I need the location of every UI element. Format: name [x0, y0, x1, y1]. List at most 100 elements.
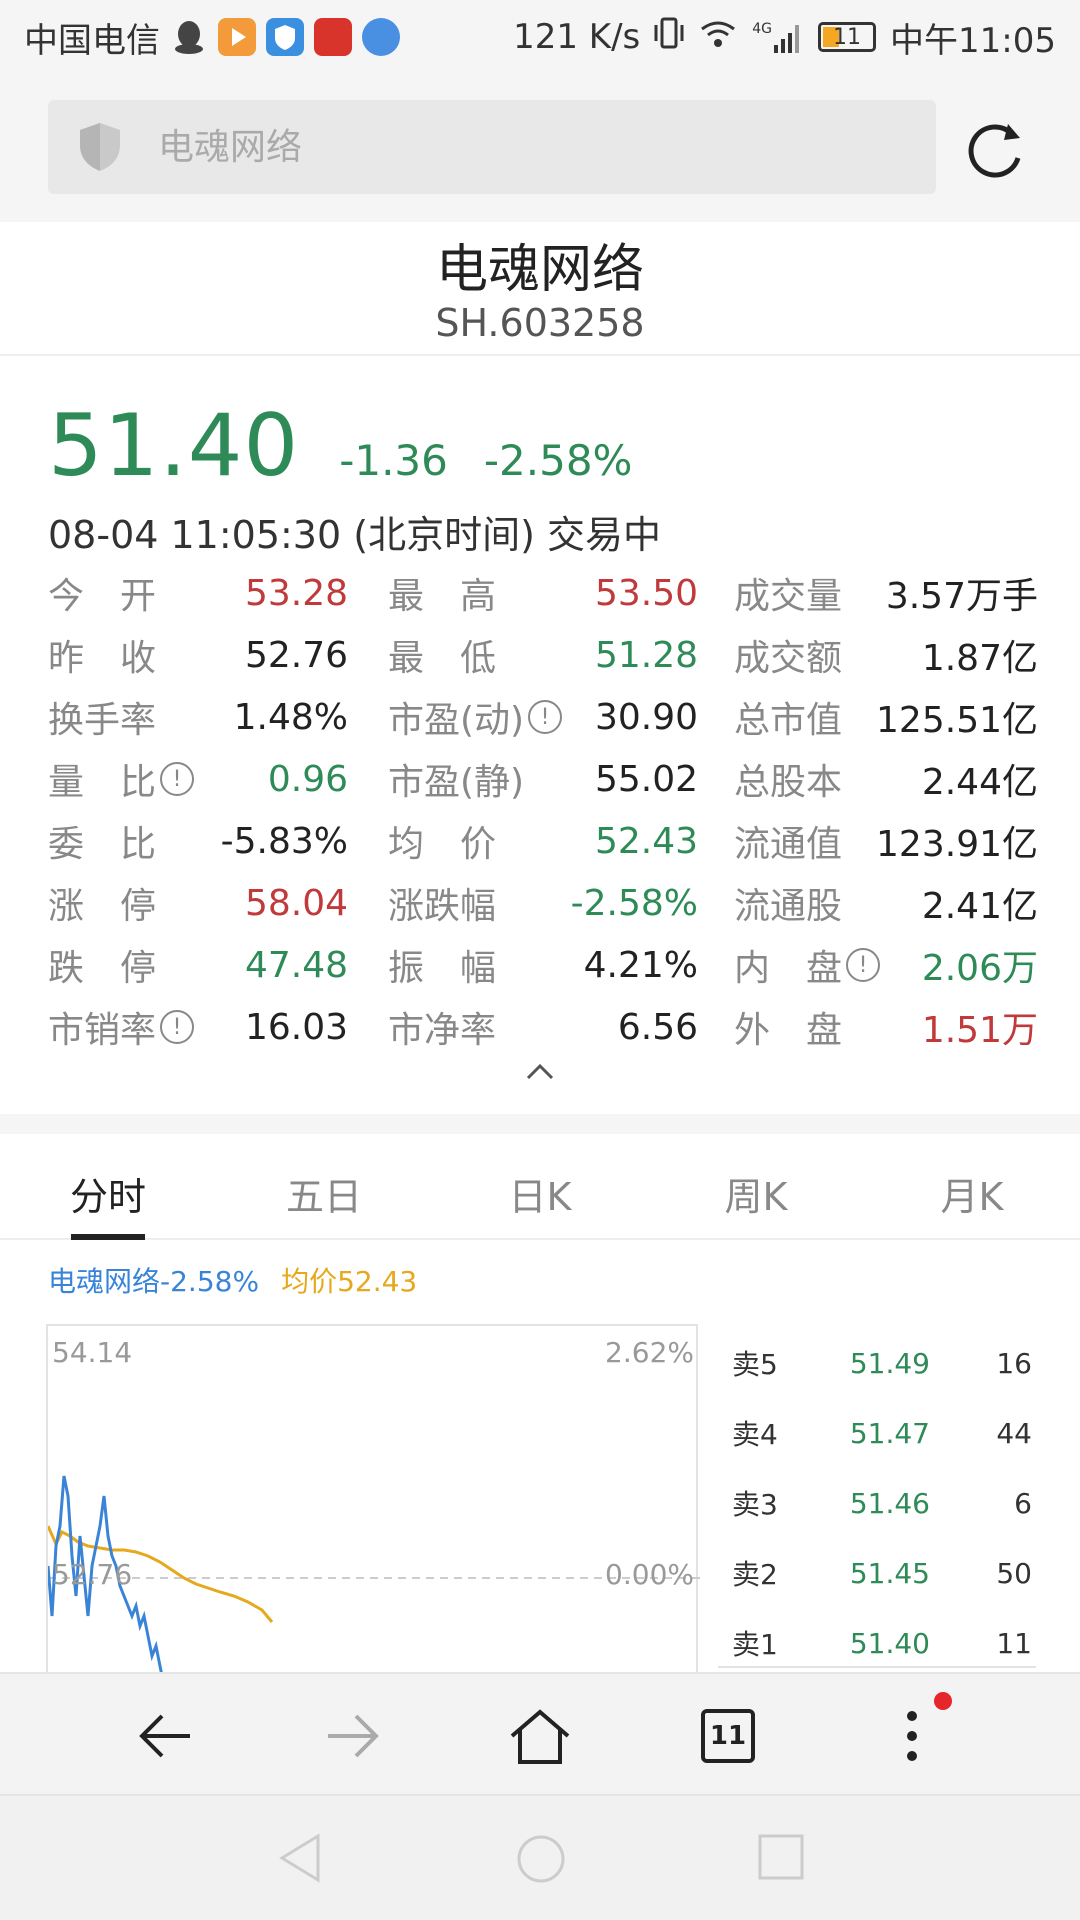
order-book-price: 51.46	[849, 1486, 930, 1520]
stat-cell: 委 比 -5.83%	[48, 815, 348, 867]
browser-app-icon	[362, 18, 400, 56]
stat-cell: 总股本 2.44亿	[698, 753, 1038, 805]
info-icon[interactable]: !	[528, 700, 563, 734]
stats-grid: 今 开 53.28 最 高 53.50 成交量 3.57万手昨 收 52.76 最 低 51.2…	[48, 562, 1038, 1058]
qq-icon	[170, 18, 208, 56]
stats-row: 今 开 53.28 最 高 53.50 成交量 3.57万手	[48, 562, 1038, 624]
price-change-pct: -2.58%	[483, 436, 633, 485]
stat-cell: 均 价 52.43	[348, 815, 698, 867]
stats-row: 跌 停 47.48 振 幅 4.21% 内 盘! 2.06万	[48, 934, 1038, 996]
stat-value: 51.28	[594, 634, 698, 676]
trade-time-status: 08-04 11:05:30 (北京时间) 交易中	[48, 513, 661, 557]
stat-value: 123.91亿	[876, 824, 1038, 865]
stat-cell: 涨 停 58.04	[48, 877, 348, 929]
stat-value: 2.06万	[921, 948, 1038, 989]
order-book-label: 卖4	[732, 1418, 778, 1451]
tab-1[interactable]: 五日	[216, 1134, 432, 1238]
stat-cell: 成交额 1.87亿	[698, 629, 1038, 681]
stat-value: -2.58%	[570, 882, 698, 924]
stat-value: 6.56	[617, 1006, 698, 1048]
search-input[interactable]	[158, 126, 858, 168]
refresh-icon[interactable]	[962, 118, 1030, 186]
stat-label: 外 盘	[734, 1010, 843, 1051]
order-book-price: 51.47	[849, 1416, 930, 1450]
legend-price: 电魂网络-2.58%	[48, 1265, 260, 1298]
order-book-price: 51.45	[849, 1556, 930, 1590]
order-book-label: 卖5	[732, 1348, 778, 1381]
stat-cell: 换手率 1.48%	[48, 691, 348, 743]
current-price: 51.40	[48, 396, 300, 496]
notification-dot	[934, 1692, 952, 1710]
stats-row: 换手率 1.48% 市盈(动)! 30.90 总市值 125.51亿	[48, 686, 1038, 748]
intraday-chart[interactable]: 54.14 2.62% 52.76 0.00%	[46, 1324, 700, 1672]
tabs-button[interactable]: 11	[696, 1704, 760, 1768]
system-recents-icon[interactable]	[758, 1834, 804, 1880]
tab-0[interactable]: 分时	[0, 1134, 216, 1240]
stat-value: 55.02	[594, 758, 698, 800]
info-icon[interactable]: !	[160, 1010, 195, 1044]
stat-cell[interactable]: 量 比! 0.96	[48, 753, 348, 805]
stat-label: 委 比	[48, 824, 157, 865]
stat-label: 市盈(静)	[388, 762, 525, 803]
stat-label: 涨 停	[48, 886, 157, 927]
price-change: -1.36	[339, 436, 448, 485]
stats-row: 昨 收 52.76 最 低 51.28 成交额 1.87亿	[48, 624, 1038, 686]
tab-3[interactable]: 周K	[648, 1134, 864, 1238]
stat-label: 流通值	[734, 824, 843, 865]
stat-label: 均 价	[388, 824, 497, 865]
tab-2[interactable]: 日K	[432, 1134, 648, 1238]
stat-label: 总市值	[734, 700, 843, 741]
back-button[interactable]	[134, 1704, 198, 1768]
stat-value: 1.48%	[233, 696, 348, 738]
system-back-icon[interactable]	[278, 1832, 322, 1884]
collapse-chevron-icon[interactable]	[524, 1062, 556, 1082]
quote-block: 51.40 -1.36 -2.58% 08-04 11:05:30 (北京时间)…	[0, 356, 1080, 559]
chart-tabs: 分时 五日 日K 周K 月K	[0, 1134, 1080, 1240]
stat-label: 成交量	[734, 576, 843, 617]
study-app-icon	[314, 18, 352, 56]
tab-count: 11	[701, 1709, 755, 1763]
order-book-label: 卖2	[732, 1558, 778, 1591]
stat-cell[interactable]: 市盈(动)! 30.90	[348, 691, 698, 743]
order-book-price: 51.49	[849, 1346, 930, 1380]
stats-row: 量 比! 0.96 市盈(静) 55.02 总股本 2.44亿	[48, 748, 1038, 810]
stat-label: 换手率	[48, 700, 157, 741]
info-icon[interactable]: !	[160, 762, 195, 796]
order-book-vol: 50	[996, 1556, 1032, 1590]
order-book-label: 卖1	[732, 1628, 778, 1661]
signal-icon: 4G	[752, 21, 804, 53]
order-book-price: 51.40	[849, 1626, 930, 1660]
stat-value: 30.90	[594, 696, 698, 738]
order-book-divider	[718, 1666, 1036, 1668]
stat-cell: 市盈(静) 55.02	[348, 753, 698, 805]
axis-top-price: 54.14	[52, 1336, 133, 1369]
stat-value: 52.76	[244, 634, 348, 676]
stock-header: 电魂网络 SH.603258	[0, 222, 1080, 356]
search-box[interactable]	[48, 100, 936, 194]
order-book-label: 卖3	[732, 1488, 778, 1521]
home-button[interactable]	[508, 1704, 572, 1768]
order-book: 卖5 51.49 16 卖4 51.47 44 卖3 51.46 6 卖2 51.45 50 卖1 51.…	[732, 1328, 1032, 1672]
browser-toolbar: 11	[0, 1672, 1080, 1796]
axis-top-pct: 2.62%	[605, 1336, 694, 1369]
more-vertical-icon	[907, 1711, 917, 1761]
stat-label: 量 比!	[48, 753, 195, 805]
stat-label: 最 低	[388, 638, 497, 679]
stat-value: 58.04	[244, 882, 348, 924]
stat-value: 2.41亿	[921, 886, 1038, 927]
order-book-vol: 6	[1014, 1486, 1032, 1520]
order-book-row: 卖4 51.47 44	[732, 1398, 1032, 1468]
forward-button[interactable]	[320, 1704, 384, 1768]
menu-button[interactable]	[880, 1704, 944, 1768]
stat-cell[interactable]: 市销率! 16.03	[48, 1001, 348, 1053]
stat-cell: 流通股 2.41亿	[698, 877, 1038, 929]
stat-label: 内 盘!	[734, 939, 881, 991]
tab-4[interactable]: 月K	[864, 1134, 1080, 1238]
system-home-icon[interactable]	[516, 1834, 566, 1884]
stat-value: 3.57万手	[885, 576, 1038, 617]
order-book-row: 卖3 51.46 6	[732, 1468, 1032, 1538]
chart-legend: 电魂网络-2.58% 均价52.43	[48, 1260, 417, 1300]
stat-cell[interactable]: 内 盘! 2.06万	[698, 939, 1038, 991]
info-icon[interactable]: !	[846, 948, 881, 982]
back-arrow-icon	[139, 1714, 190, 1758]
